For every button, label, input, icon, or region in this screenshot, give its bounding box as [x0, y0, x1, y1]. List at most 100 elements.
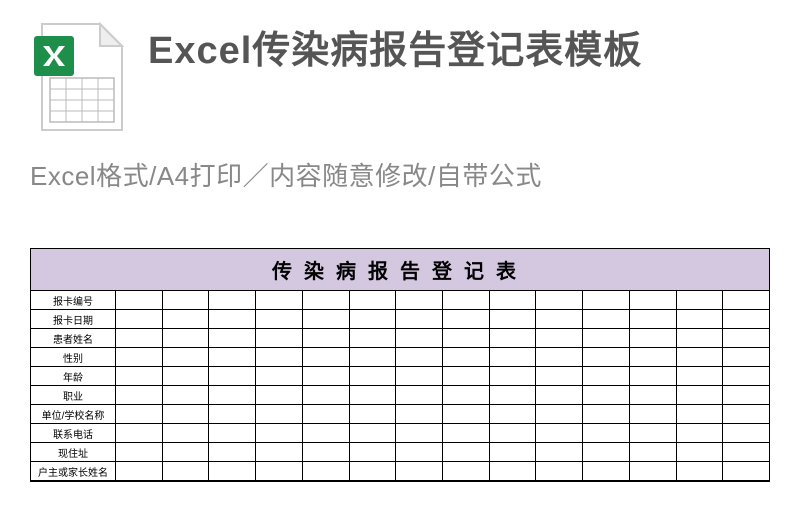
cell: [163, 462, 210, 481]
cell: [396, 405, 443, 424]
cell: [209, 424, 256, 443]
cell: [677, 424, 724, 443]
row-label: 报卡日期: [31, 310, 116, 329]
cell: [490, 329, 537, 348]
row-label: 联系电话: [31, 424, 116, 443]
cell: [583, 291, 630, 310]
row-label: 性别: [31, 348, 116, 367]
table-row: 年龄: [31, 367, 769, 386]
cell: [583, 310, 630, 329]
cell: [630, 348, 677, 367]
table-row: 性别: [31, 348, 769, 367]
cell: [163, 310, 210, 329]
cell: [443, 310, 490, 329]
template-preview: 传染病报告登记表 报卡编号报卡日期患者姓名性别年龄职业单位/学校名称联系电话现住…: [30, 248, 770, 508]
cell: [630, 329, 677, 348]
cell: [396, 291, 443, 310]
cell: [163, 348, 210, 367]
cell: [677, 367, 724, 386]
cell: [443, 386, 490, 405]
cell: [677, 291, 724, 310]
cell: [583, 386, 630, 405]
page-header: Excel传染病报告登记表模板: [0, 0, 800, 132]
cell: [583, 443, 630, 462]
cell: [350, 424, 397, 443]
cell: [303, 348, 350, 367]
cell: [209, 443, 256, 462]
cell: [256, 386, 303, 405]
cell: [256, 367, 303, 386]
cell: [630, 386, 677, 405]
cell: [116, 291, 163, 310]
cell: [630, 310, 677, 329]
cell: [116, 424, 163, 443]
cell: [723, 443, 769, 462]
cell: [490, 424, 537, 443]
cell: [583, 348, 630, 367]
cell: [303, 462, 350, 481]
cell: [396, 462, 443, 481]
cell: [256, 405, 303, 424]
cell: [116, 443, 163, 462]
cell: [116, 310, 163, 329]
cell: [630, 367, 677, 386]
cell: [490, 405, 537, 424]
sheet-title: 传染病报告登记表: [31, 249, 769, 291]
cell: [209, 329, 256, 348]
sheet-body: 报卡编号报卡日期患者姓名性别年龄职业单位/学校名称联系电话现住址户主或家长姓名: [31, 291, 769, 481]
row-cells: [116, 310, 769, 329]
cell: [723, 291, 769, 310]
cell: [677, 462, 724, 481]
cell: [303, 443, 350, 462]
cell: [256, 443, 303, 462]
cell: [583, 405, 630, 424]
cell: [677, 310, 724, 329]
cell: [490, 462, 537, 481]
row-cells: [116, 367, 769, 386]
row-cells: [116, 462, 769, 481]
cell: [396, 310, 443, 329]
table-row: 报卡编号: [31, 291, 769, 310]
cell: [677, 443, 724, 462]
cell: [443, 424, 490, 443]
cell: [536, 310, 583, 329]
cell: [536, 367, 583, 386]
page-title: Excel传染病报告登记表模板: [148, 22, 642, 77]
cell: [163, 405, 210, 424]
table-row: 职业: [31, 386, 769, 405]
cell: [677, 329, 724, 348]
cell: [677, 348, 724, 367]
row-label: 户主或家长姓名: [31, 462, 116, 481]
cell: [163, 386, 210, 405]
cell: [490, 367, 537, 386]
cell: [723, 424, 769, 443]
table-row: 患者姓名: [31, 329, 769, 348]
cell: [490, 386, 537, 405]
cell: [723, 405, 769, 424]
cell: [536, 405, 583, 424]
cell: [350, 443, 397, 462]
cell: [350, 405, 397, 424]
table-row: 单位/学校名称: [31, 405, 769, 424]
cell: [630, 405, 677, 424]
row-cells: [116, 329, 769, 348]
cell: [163, 424, 210, 443]
cell: [116, 348, 163, 367]
cell: [443, 443, 490, 462]
spreadsheet: 传染病报告登记表 报卡编号报卡日期患者姓名性别年龄职业单位/学校名称联系电话现住…: [30, 248, 770, 482]
cell: [443, 462, 490, 481]
cell: [209, 367, 256, 386]
cell: [209, 310, 256, 329]
row-label: 年龄: [31, 367, 116, 386]
cell: [350, 462, 397, 481]
cell: [536, 348, 583, 367]
cell: [536, 291, 583, 310]
cell: [350, 329, 397, 348]
cell: [209, 462, 256, 481]
cell: [396, 348, 443, 367]
cell: [443, 329, 490, 348]
row-cells: [116, 424, 769, 443]
cell: [396, 424, 443, 443]
cell: [536, 462, 583, 481]
cell: [396, 367, 443, 386]
